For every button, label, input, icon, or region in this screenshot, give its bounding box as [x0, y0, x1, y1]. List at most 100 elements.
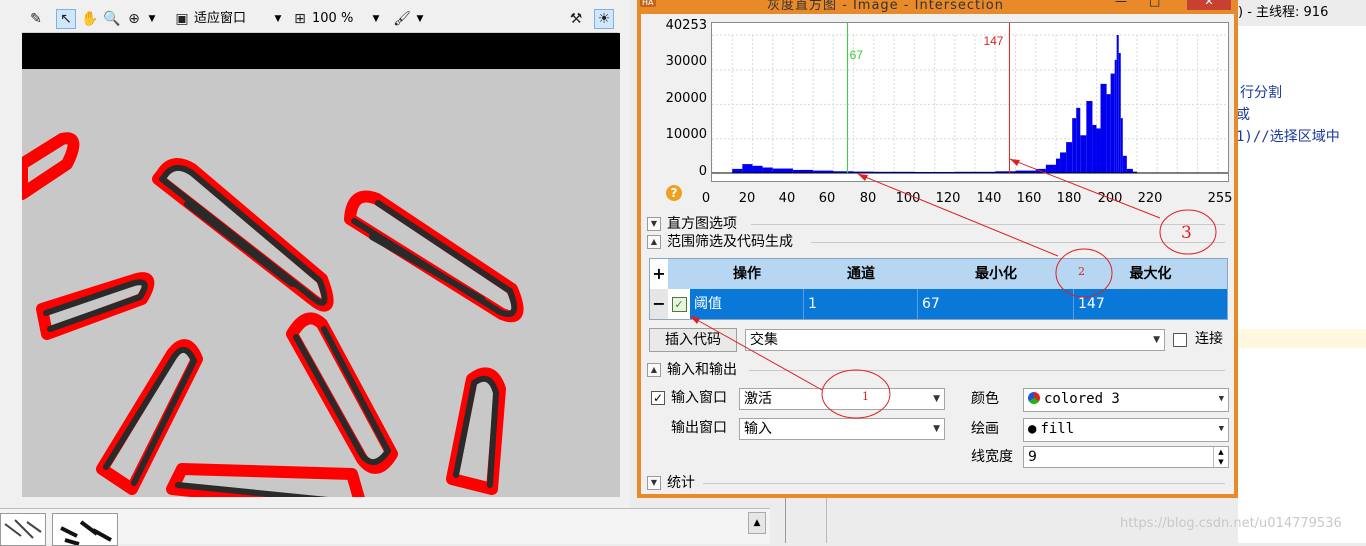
section-label: 统计 [667, 474, 695, 492]
chevron-up-icon[interactable]: ▲ [647, 363, 661, 377]
zoom-in-icon[interactable]: ⊕ [124, 9, 144, 29]
row-enabled-checkbox[interactable]: ✓ [668, 289, 690, 319]
x-tick-label: 140 [974, 191, 1004, 206]
x-tick-label: 40 [772, 191, 802, 206]
histogram-bar [1036, 169, 1046, 173]
section-range-filter[interactable]: ▲ 范围筛选及代码生成 [647, 233, 1225, 251]
section-label: 输入和输出 [667, 361, 737, 379]
light-icon[interactable]: ☀ [594, 9, 614, 29]
grid-cell-operation[interactable]: 阈值 [690, 289, 804, 319]
close-icon[interactable]: ✕ [1187, 0, 1231, 10]
grid-header-channel[interactable]: 通道 [804, 259, 919, 289]
thumbnail-1[interactable] [0, 513, 46, 546]
connect-checkbox[interactable] [1173, 333, 1187, 347]
grid-header-min[interactable]: 最小化 [918, 259, 1075, 289]
x-tick-label: 180 [1054, 191, 1084, 206]
paint-icon[interactable]: 🖌 [392, 9, 412, 29]
insert-code-button[interactable]: 插入代码 [649, 328, 737, 352]
add-row-button[interactable]: + [650, 259, 669, 289]
thumbnail-2[interactable] [52, 513, 118, 546]
histogram-bar [1046, 165, 1056, 173]
chevron-down-icon: ▼ [1219, 389, 1224, 409]
histogram-bar [1066, 142, 1072, 173]
canvas-black-border [22, 33, 620, 69]
histogram-bar [1111, 74, 1115, 173]
hand-icon[interactable]: ✋ [80, 9, 100, 29]
histogram-dialog: HA 灰度直方图 - Image - Intersection — □ ✕ 40… [637, 0, 1238, 498]
grid-corner [668, 259, 691, 289]
section-io[interactable]: ▲ 输入和输出 [647, 361, 1225, 379]
help-icon[interactable]: ? [666, 185, 682, 201]
output-window-select[interactable]: 输入 ▼ [739, 418, 945, 440]
tool-icon[interactable]: ⚒ [566, 9, 586, 29]
section-divider [749, 370, 1225, 371]
section-divider [703, 483, 1225, 484]
histogram-bar [1080, 135, 1086, 173]
color-select[interactable]: colored 3 ▼ [1023, 388, 1229, 412]
input-window-select[interactable]: 激活 ▼ [739, 388, 945, 410]
grid-header-max[interactable]: 最大化 [1074, 259, 1227, 289]
spin-arrows-icon[interactable]: ▲▼ [1213, 447, 1228, 467]
zoom-level-icon: ⊞ [290, 9, 310, 29]
zoom-level-arrow[interactable]: ▼ [370, 9, 382, 29]
min-threshold-label: 67 [850, 48, 864, 62]
paperclip-image [22, 69, 620, 497]
fit-window-arrow[interactable]: ▼ [272, 9, 284, 29]
input-window-value: 激活 [744, 391, 772, 407]
grid-cell-channel[interactable]: 1 [804, 289, 918, 319]
histogram-plot[interactable]: 67147 [711, 22, 1229, 182]
zoom-icon[interactable]: 🔍 [102, 9, 122, 29]
edit-icon[interactable]: ✎ [26, 9, 46, 29]
chevron-up-icon[interactable]: ▲ [647, 235, 661, 249]
combine-mode-value: 交集 [750, 332, 778, 348]
section-label: 范围筛选及代码生成 [667, 233, 793, 251]
x-tick-label: 160 [1014, 191, 1044, 206]
input-window-label: 输入窗口 [671, 389, 727, 407]
draw-select[interactable]: ●fill ▼ [1023, 418, 1229, 442]
histogram-bar [1123, 156, 1127, 173]
zoom-menu-arrow[interactable]: ▼ [146, 9, 158, 29]
y-tick-label: 30000 [647, 54, 707, 69]
section-histogram-options[interactable]: ▼ 直方图选项 [647, 215, 1225, 233]
combine-mode-select[interactable]: 交集 ▼ [745, 329, 1165, 351]
histogram-bar [1056, 159, 1060, 173]
histogram-bar [742, 164, 752, 173]
line-width-spinbox[interactable]: 9 ▲▼ [1023, 446, 1229, 468]
thumbnail-1-image [1, 514, 45, 545]
zoom-level-combo[interactable]: 100 % [312, 9, 372, 29]
fit-window-combo[interactable]: 适应窗口 [194, 9, 274, 29]
remove-row-button[interactable]: − [650, 289, 669, 319]
paint-menu-arrow[interactable]: ▼ [414, 9, 426, 29]
chevron-down-icon[interactable]: ▼ [647, 476, 661, 490]
section-divider [751, 224, 1225, 225]
graphics-window: ✎ ↖ ✋ 🔍 ⊕ ▼ ▣ 适应窗口 ▼ ⊞ 100 % ▼ 🖌 ▼ ⚒ ☀ [0, 0, 630, 543]
grid-cell-min[interactable]: 67 [918, 289, 1074, 319]
histogram-svg: 67147 [712, 23, 1228, 181]
thumbnail-strip [0, 508, 770, 544]
histogram-bar [1121, 118, 1123, 173]
y-tick-label: 20000 [647, 91, 707, 106]
dialog-titlebar[interactable]: HA 灰度直方图 - Image - Intersection — □ ✕ [637, 0, 1238, 14]
section-stats[interactable]: ▼ 统计 [647, 474, 1225, 492]
chevron-down-icon[interactable]: ▼ [647, 217, 661, 231]
minimize-icon[interactable]: — [1115, 0, 1127, 8]
editor-title: ) - 主线程: 916 [1238, 0, 1366, 26]
image-canvas[interactable] [22, 33, 620, 497]
section-divider [811, 242, 1225, 243]
connect-label: 连接 [1195, 330, 1223, 348]
grid-header-operation[interactable]: 操作 [690, 259, 805, 289]
output-window-value: 输入 [744, 421, 772, 437]
fit-window-icon[interactable]: ▣ [172, 9, 192, 29]
dialog-title: 灰度直方图 - Image - Intersection [767, 0, 1004, 13]
grid-cell-max[interactable]: 147 [1074, 289, 1227, 319]
histogram-bar [752, 166, 762, 173]
histogram-bar [1060, 152, 1066, 173]
maximize-icon[interactable]: □ [1149, 0, 1160, 8]
color-wheel-icon [1028, 392, 1040, 404]
input-window-checkbox[interactable]: ✓ [651, 391, 665, 405]
chevron-down-icon: ▼ [1153, 330, 1160, 350]
thumbnail-scroll-arrow[interactable]: ▲ [748, 512, 766, 534]
pointer-icon[interactable]: ↖ [56, 9, 76, 29]
pane-divider [785, 497, 786, 543]
line-width-label: 线宽度 [971, 448, 1013, 466]
